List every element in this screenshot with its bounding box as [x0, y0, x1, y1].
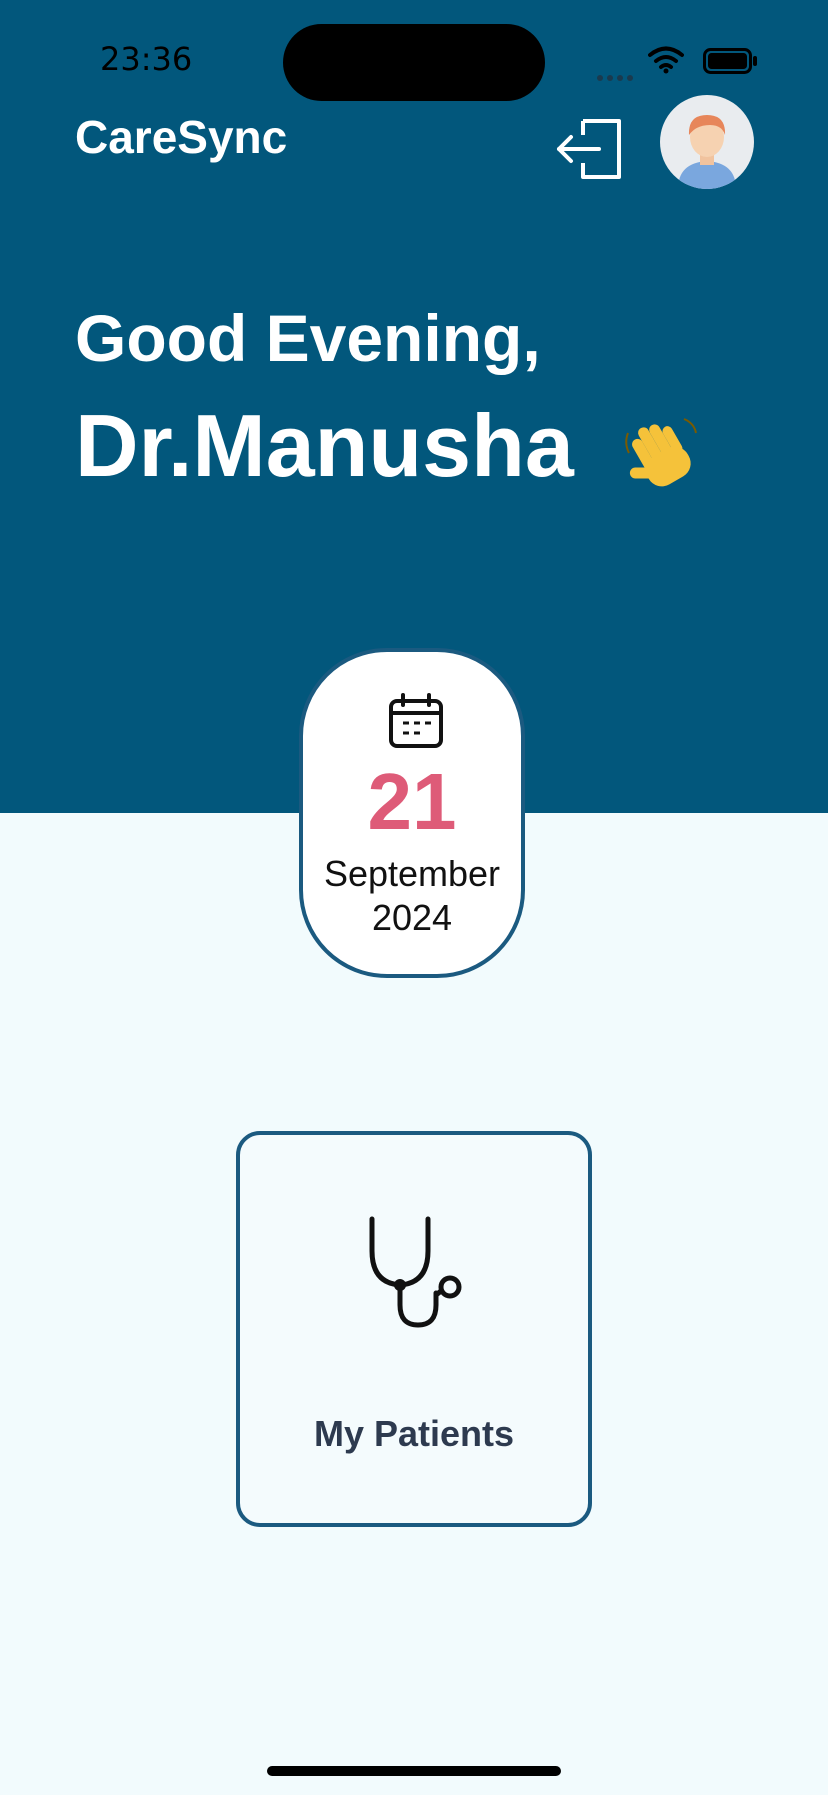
date-card: 21 September 2024 [299, 648, 525, 978]
my-patients-label: My Patients [313, 1413, 515, 1454]
cellular-signal-icon [597, 68, 637, 86]
date-month: September [323, 853, 501, 894]
stethoscope-icon [369, 1216, 462, 1328]
avatar[interactable] [660, 95, 754, 189]
calendar-icon [389, 693, 443, 748]
wifi-icon [648, 46, 684, 74]
date-day: 21 [367, 757, 457, 846]
greeting-text: Good Evening, [75, 301, 541, 375]
dynamic-island [283, 24, 545, 101]
date-year: 2024 [371, 897, 453, 938]
doctor-name: Dr.Manusha [75, 396, 574, 495]
battery-icon [703, 48, 757, 74]
waving-hand-icon [625, 418, 697, 487]
my-patients-button[interactable]: My Patients [236, 1131, 592, 1527]
status-time: 23:36 [100, 40, 193, 78]
logout-icon[interactable] [555, 113, 625, 183]
user-avatar-icon [678, 115, 736, 189]
home-indicator[interactable] [267, 1766, 561, 1776]
app-title: CareSync [75, 111, 288, 163]
